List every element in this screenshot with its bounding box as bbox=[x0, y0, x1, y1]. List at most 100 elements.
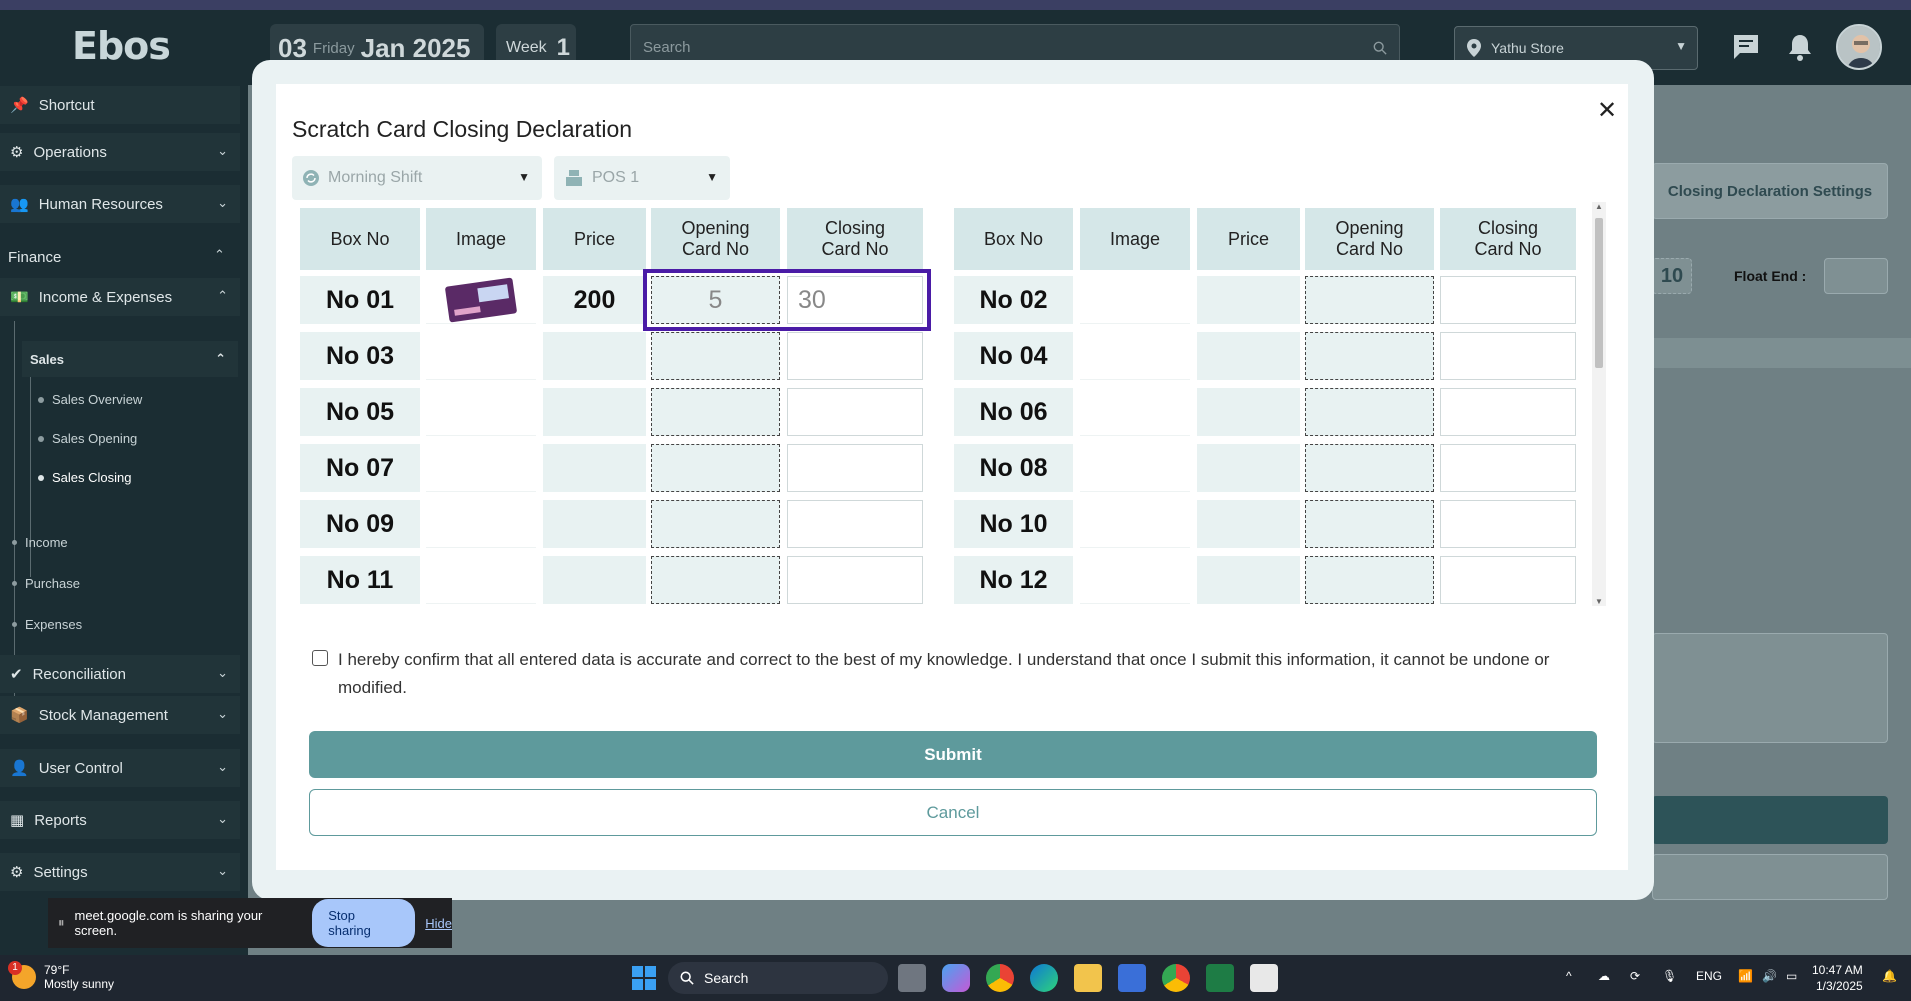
pin-icon: 📌 bbox=[10, 97, 29, 114]
scroll-up-icon[interactable]: ▲ bbox=[1595, 202, 1603, 211]
close-icon[interactable]: ✕ bbox=[1594, 98, 1620, 124]
sidebar-item-sales-closing[interactable]: Sales Closing bbox=[38, 470, 132, 485]
user-gear-icon: 👤 bbox=[10, 760, 29, 777]
sidebar-item-purchase[interactable]: Purchase bbox=[12, 576, 80, 591]
chevron-up-icon: ⌃ bbox=[214, 247, 225, 262]
opening-card-input[interactable] bbox=[651, 556, 780, 604]
bullet-icon bbox=[38, 396, 44, 403]
file-explorer-icon[interactable] bbox=[1074, 964, 1102, 992]
sidebar-item-expenses[interactable]: Expenses bbox=[12, 617, 82, 632]
battery-icon[interactable]: ▭ bbox=[1786, 969, 1797, 983]
app-icon-2[interactable] bbox=[1250, 964, 1278, 992]
cancel-button[interactable]: Cancel bbox=[309, 789, 1597, 836]
header-closing-card-no: Closing Card No bbox=[787, 208, 923, 270]
taskbar-search[interactable]: Search bbox=[668, 962, 888, 994]
closing-card-input[interactable] bbox=[1440, 276, 1576, 324]
card-image-cell bbox=[1080, 276, 1190, 324]
stop-sharing-button[interactable]: Stop sharing bbox=[312, 899, 416, 947]
sidebar-item-reconciliation[interactable]: ✔ Reconciliation ⌄ bbox=[0, 655, 240, 693]
chrome-profile-icon[interactable] bbox=[1162, 964, 1190, 992]
hide-link[interactable]: Hide bbox=[425, 916, 452, 931]
shift-select[interactable]: Morning Shift ▼ bbox=[292, 156, 542, 200]
pos-select[interactable]: POS 1 ▼ bbox=[554, 156, 730, 200]
opening-card-input[interactable] bbox=[1305, 556, 1434, 604]
sidebar-item-reports[interactable]: ▦ Reports ⌄ bbox=[0, 801, 240, 839]
bullet-icon bbox=[12, 540, 17, 545]
scroll-thumb[interactable] bbox=[1595, 218, 1603, 368]
opening-card-input[interactable] bbox=[1305, 444, 1434, 492]
app-icon[interactable] bbox=[1118, 964, 1146, 992]
task-view-icon[interactable] bbox=[898, 964, 926, 992]
opening-card-input[interactable] bbox=[1305, 500, 1434, 548]
closing-card-input[interactable] bbox=[787, 500, 923, 548]
sidebar-item-sales[interactable]: Sales ⌃ bbox=[22, 341, 238, 377]
sidebar-item-sales-opening[interactable]: Sales Opening bbox=[38, 431, 137, 446]
closing-card-input[interactable] bbox=[787, 444, 923, 492]
user-avatar[interactable] bbox=[1836, 24, 1882, 70]
volume-icon[interactable]: 🔊 bbox=[1762, 969, 1777, 983]
opening-card-input[interactable] bbox=[651, 332, 780, 380]
header-text: Closing bbox=[1477, 218, 1539, 238]
closing-card-input[interactable] bbox=[787, 388, 923, 436]
closing-card-input[interactable] bbox=[1440, 332, 1576, 380]
sidebar-item-sales-overview[interactable]: Sales Overview bbox=[38, 392, 142, 407]
opening-card-input[interactable] bbox=[651, 388, 780, 436]
clock-date: 1/3/2025 bbox=[1815, 979, 1863, 993]
date-day: 03 bbox=[278, 32, 307, 63]
sidebar-item-label: Income & Expenses bbox=[38, 288, 173, 306]
sidebar-item-label: Reports bbox=[34, 811, 87, 829]
sidebar-item-user-control[interactable]: 👤 User Control ⌄ bbox=[0, 749, 240, 787]
shift-value: Morning Shift bbox=[328, 169, 423, 186]
sidebar-item-settings[interactable]: ⚙ Settings ⌄ bbox=[0, 853, 240, 891]
microphone-icon[interactable]: 🎙 bbox=[1662, 969, 1677, 983]
closing-card-input[interactable] bbox=[1440, 556, 1576, 604]
sidebar-item-stock-management[interactable]: 📦 Stock Management ⌄ bbox=[0, 696, 240, 734]
sidebar-item-shortcut[interactable]: 📌 Shortcut bbox=[0, 86, 240, 124]
sidebar-item-human-resources[interactable]: 👥 Human Resources ⌄ bbox=[0, 185, 240, 223]
edge-icon[interactable] bbox=[1030, 964, 1058, 992]
app-logo[interactable]: Ebos bbox=[72, 24, 171, 68]
sync-icon[interactable]: ⟳ bbox=[1630, 969, 1640, 983]
opening-card-input[interactable] bbox=[1305, 276, 1434, 324]
chevron-up-icon[interactable]: ^ bbox=[1566, 969, 1572, 983]
weather-widget[interactable]: 1 79°F Mostly sunny bbox=[8, 961, 115, 991]
closing-card-input[interactable] bbox=[1440, 444, 1576, 492]
windows-start-icon[interactable] bbox=[630, 964, 658, 992]
weather-text: Mostly sunny bbox=[44, 977, 115, 991]
sidebar-item-income-expenses[interactable]: 💵 Income & Expenses ⌃ bbox=[0, 278, 240, 316]
excel-icon[interactable] bbox=[1206, 964, 1234, 992]
sidebar-item-income[interactable]: Income bbox=[12, 535, 68, 550]
opening-card-input[interactable] bbox=[651, 444, 780, 492]
confirm-checkbox[interactable] bbox=[312, 650, 328, 666]
clock[interactable]: 10:47 AM 1/3/2025 bbox=[1812, 962, 1863, 994]
language-indicator[interactable]: ENG bbox=[1696, 969, 1722, 983]
sidebar: 📌 Shortcut ⚙ Operations ⌄ 👥 Human Resour… bbox=[0, 85, 248, 955]
sidebar-item-operations[interactable]: ⚙ Operations ⌄ bbox=[0, 133, 240, 171]
grid-scrollbar[interactable]: ▲ ▼ bbox=[1592, 202, 1606, 606]
chrome-icon[interactable] bbox=[986, 964, 1014, 992]
onedrive-icon[interactable]: ☁ bbox=[1598, 969, 1610, 983]
sidebar-item-label: Operations bbox=[33, 143, 107, 161]
sidebar-section-finance[interactable]: Finance bbox=[8, 249, 61, 266]
submit-button[interactable]: Submit bbox=[309, 731, 1597, 778]
wifi-icon[interactable]: 📶 bbox=[1738, 969, 1753, 983]
scroll-down-icon[interactable]: ▼ bbox=[1595, 597, 1603, 606]
copilot-icon[interactable] bbox=[942, 964, 970, 992]
notification-bell-icon[interactable] bbox=[1785, 32, 1815, 62]
opening-card-input[interactable] bbox=[651, 500, 780, 548]
sun-icon: 1 bbox=[8, 961, 36, 989]
notification-bell-icon[interactable]: 🔔 bbox=[1882, 969, 1897, 983]
opening-card-input[interactable] bbox=[1305, 332, 1434, 380]
chat-icon[interactable] bbox=[1731, 32, 1761, 62]
opening-card-input[interactable] bbox=[1305, 388, 1434, 436]
report-icon: ▦ bbox=[10, 812, 25, 829]
closing-card-input[interactable] bbox=[787, 556, 923, 604]
closing-card-input[interactable] bbox=[1440, 388, 1576, 436]
drag-handle-icon[interactable]: ⏸ bbox=[58, 915, 65, 931]
sidebar-item-label: Reconciliation bbox=[32, 665, 126, 683]
closing-card-input[interactable] bbox=[1440, 500, 1576, 548]
scratch-card-modal: Scratch Card Closing Declaration ✕ Morni… bbox=[276, 84, 1628, 870]
closing-card-input[interactable] bbox=[787, 332, 923, 380]
header-text: Card No bbox=[1474, 239, 1542, 259]
price-cell bbox=[543, 500, 646, 548]
